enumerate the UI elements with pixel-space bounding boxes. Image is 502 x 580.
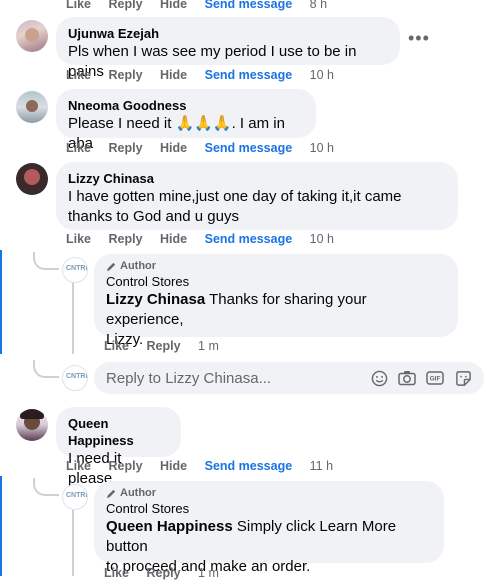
gif-icon[interactable]: GIF: [426, 369, 444, 387]
hide-link[interactable]: Hide: [160, 141, 187, 155]
comment-actions: Like Reply Hide Send message 10 h: [66, 141, 348, 155]
reply-actions: Like Reply 1 m: [104, 339, 233, 353]
timestamp[interactable]: 1 m: [198, 566, 219, 580]
hide-link[interactable]: Hide: [160, 232, 187, 246]
comment-bubble: Lizzy Chinasa I have gotten mine,just on…: [56, 162, 458, 230]
commenter-name[interactable]: Lizzy Chinasa: [68, 170, 446, 187]
comment-bubble: Queen Happiness I need it please: [56, 407, 181, 487]
replier-name[interactable]: Control Stores: [106, 273, 446, 290]
like-link[interactable]: Like: [66, 459, 91, 473]
comment-actions: Like Reply Hide Send message 10 h: [66, 232, 348, 246]
commenter-name[interactable]: Ujunwa Ezejah: [68, 25, 388, 42]
page-avatar[interactable]: CNTRL: [62, 484, 88, 510]
avatar[interactable]: [16, 20, 48, 52]
reply-actions: Like Reply 1 m: [104, 566, 233, 580]
page-avatar[interactable]: CNTRL: [62, 257, 88, 283]
hide-link[interactable]: Hide: [160, 0, 187, 11]
reply-bubble: Author Control Stores Lizzy Chinasa Than…: [94, 254, 458, 348]
timestamp[interactable]: 1 m: [198, 339, 219, 353]
thread-connector: [33, 252, 59, 270]
send-message-link[interactable]: Send message: [205, 0, 293, 11]
thread-indicator: [0, 250, 2, 354]
avatar[interactable]: [16, 163, 48, 195]
timestamp[interactable]: 11 h: [310, 459, 333, 473]
commenter-name[interactable]: Nneoma Goodness: [68, 97, 304, 114]
pencil-icon: [106, 262, 116, 271]
like-link[interactable]: Like: [66, 141, 91, 155]
author-badge: Author: [106, 260, 446, 272]
commenter-name[interactable]: Queen Happiness: [68, 415, 169, 449]
reply-text: Queen Happiness Simply click Learn More …: [106, 518, 397, 555]
thread-line: [72, 282, 74, 354]
timestamp[interactable]: 8 h: [310, 0, 327, 11]
reply-link[interactable]: Reply: [147, 339, 181, 353]
author-badge: Author: [106, 487, 432, 499]
hide-link[interactable]: Hide: [160, 459, 187, 473]
reply-link[interactable]: Reply: [109, 68, 143, 82]
timestamp[interactable]: 10 h: [310, 232, 334, 246]
more-options-icon[interactable]: •••: [408, 28, 430, 49]
reply-link[interactable]: Reply: [147, 566, 181, 580]
thread-connector: [33, 360, 59, 378]
like-link[interactable]: Like: [66, 232, 91, 246]
timestamp[interactable]: 10 h: [310, 141, 334, 155]
hide-link[interactable]: Hide: [160, 68, 187, 82]
avatar[interactable]: [16, 409, 48, 441]
reply-input[interactable]: Reply to Lizzy Chinasa... GIF: [94, 362, 484, 394]
thread-connector: [33, 478, 59, 496]
smiley-icon[interactable]: [370, 369, 388, 387]
comment-bubble: Nneoma Goodness Please I need it 🙏🙏🙏. I …: [56, 89, 316, 152]
comment-text: thanks to God and u guys: [68, 208, 239, 225]
like-link[interactable]: Like: [66, 68, 91, 82]
send-message-link[interactable]: Send message: [205, 232, 293, 246]
comment-actions: Like Reply Hide Send message 11 h: [66, 459, 347, 473]
reply-link[interactable]: Reply: [109, 232, 143, 246]
avatar[interactable]: [16, 91, 48, 123]
replier-name[interactable]: Control Stores: [106, 500, 432, 517]
reply-text: Lizzy Chinasa Thanks for sharing your ex…: [106, 291, 367, 328]
reply-link[interactable]: Reply: [109, 459, 143, 473]
timestamp[interactable]: 10 h: [310, 68, 334, 82]
sticker-icon[interactable]: [454, 369, 472, 387]
thread-indicator: [0, 476, 2, 576]
pencil-icon: [106, 489, 116, 498]
like-link[interactable]: Like: [66, 0, 91, 11]
mention-link[interactable]: Lizzy Chinasa: [106, 291, 205, 308]
comment-bubble: Ujunwa Ezejah Pls when I was see my peri…: [56, 17, 400, 80]
reply-bubble: Author Control Stores Queen Happiness Si…: [94, 481, 444, 575]
page-avatar[interactable]: CNTRL: [62, 365, 88, 391]
send-message-link[interactable]: Send message: [205, 68, 293, 82]
thread-line: [72, 510, 74, 576]
like-link[interactable]: Like: [104, 566, 129, 580]
thread-line: [31, 198, 33, 378]
comment-text: I have gotten mine,just one day of takin…: [68, 188, 402, 205]
reply-link[interactable]: Reply: [109, 141, 143, 155]
reply-placeholder: Reply to Lizzy Chinasa...: [106, 369, 272, 387]
comment-actions: Like Reply Hide Send message 8 h: [66, 0, 341, 11]
send-message-link[interactable]: Send message: [205, 459, 293, 473]
mention-link[interactable]: Queen Happiness: [106, 518, 233, 535]
camera-icon[interactable]: [398, 369, 416, 387]
reply-link[interactable]: Reply: [109, 0, 143, 11]
comment-actions: Like Reply Hide Send message 10 h: [66, 68, 348, 82]
svg-text:GIF: GIF: [430, 376, 441, 383]
like-link[interactable]: Like: [104, 339, 129, 353]
send-message-link[interactable]: Send message: [205, 141, 293, 155]
